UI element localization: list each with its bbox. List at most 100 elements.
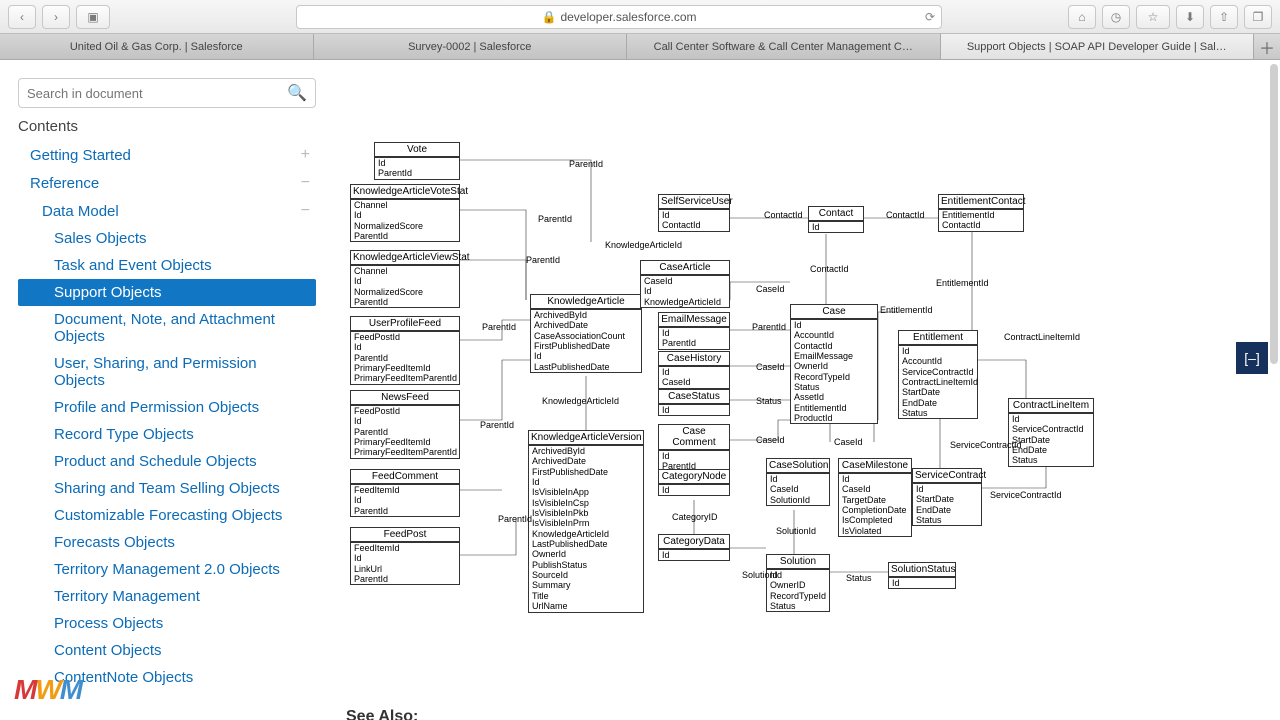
entity-ContractLineItem: ContractLineItemIdServiceContractIdStart… <box>1008 398 1094 467</box>
tab-2[interactable]: Call Center Software & Call Center Manag… <box>627 34 941 59</box>
entity-KnowledgeArticleVersion: KnowledgeArticleVersionArchivedByIdArchi… <box>528 430 644 613</box>
nav-item-12[interactable]: Customizable Forecasting Objects <box>18 502 316 529</box>
entity-Case Comment: Case CommentIdParentId <box>658 424 730 473</box>
rel-label: CaseId <box>756 435 785 445</box>
entity-Vote: VoteIdParentId <box>374 142 460 180</box>
nav-item-8[interactable]: Profile and Permission Objects <box>18 394 316 421</box>
rel-label: Status <box>846 573 872 583</box>
search-icon: 🔍 <box>287 83 307 103</box>
entity-SelfServiceUser: SelfServiceUserIdContactId <box>658 194 730 232</box>
nav-item-10[interactable]: Product and Schedule Objects <box>18 448 316 475</box>
rel-label: CaseId <box>834 437 863 447</box>
rel-label: ContactId <box>764 210 803 220</box>
nav-item-14[interactable]: Territory Management 2.0 Objects <box>18 556 316 583</box>
rel-label: KnowledgeArticleId <box>605 240 682 250</box>
content-pane: VoteIdParentId KnowledgeArticleVoteStatCh… <box>326 60 1280 720</box>
entity-CaseStatus: CaseStatusId <box>658 389 730 416</box>
reload-icon[interactable]: ⟳ <box>925 10 935 24</box>
nav-item-11[interactable]: Sharing and Team Selling Objects <box>18 475 316 502</box>
watermark-logo: MWM <box>14 674 81 706</box>
contents-heading: Contents <box>18 118 316 135</box>
nav-item-15[interactable]: Territory Management <box>18 583 316 610</box>
scrollbar[interactable] <box>1270 64 1278 364</box>
rel-label: ContactId <box>886 210 925 220</box>
rel-label: EntitlementId <box>880 305 933 315</box>
browser-toolbar: ‹ › ▣ 🔒 developer.salesforce.com ⟳ ⌂ ◷ ☆… <box>0 0 1280 34</box>
nav-item-13[interactable]: Forecasts Objects <box>18 529 316 556</box>
search-input[interactable] <box>27 86 287 101</box>
entity-EntitlementContact: EntitlementContactEntitlementIdContactId <box>938 194 1024 232</box>
entity-Entitlement: EntitlementIdAccountIdServiceContractIdC… <box>898 330 978 419</box>
entity-KnowledgeArticle: KnowledgeArticleArchivedByIdArchivedDate… <box>530 294 642 373</box>
bookmark-button[interactable]: ☆ <box>1136 5 1170 29</box>
new-tab-button[interactable]: ＋ <box>1254 34 1280 59</box>
rel-label: ParentId <box>569 159 603 169</box>
entity-UserProfileFeed: UserProfileFeedFeedPostIdIdParentIdPrima… <box>350 316 460 385</box>
sidebar-toggle-button[interactable]: ▣ <box>76 5 110 29</box>
doc-sidebar: 🔍 Contents Getting Started+Reference−Dat… <box>0 60 326 720</box>
rel-label: ParentId <box>526 255 560 265</box>
entity-Solution: SolutionIdOwnerIDRecordTypeIdStatus <box>766 554 830 612</box>
rel-label: ServiceContractId <box>950 440 1022 450</box>
url-bar[interactable]: 🔒 developer.salesforce.com ⟳ <box>296 5 942 29</box>
tab-0[interactable]: United Oil & Gas Corp. | Salesforce <box>0 34 314 59</box>
entity-KnowledgeArticleViewStat: KnowledgeArticleViewStatChannelIdNormali… <box>350 250 460 308</box>
er-diagram: VoteIdParentId KnowledgeArticleVoteStatCh… <box>326 60 1266 700</box>
nav-item-0[interactable]: Getting Started+ <box>18 141 316 169</box>
downloads-button[interactable]: ⬇ <box>1176 5 1204 29</box>
nav-item-1[interactable]: Reference− <box>18 169 316 197</box>
rel-label: CategoryID <box>672 512 718 522</box>
url-host: developer.salesforce.com <box>560 10 696 24</box>
lock-icon: 🔒 <box>541 10 556 24</box>
forward-button[interactable]: › <box>42 5 70 29</box>
rel-label: ParentId <box>480 420 514 430</box>
rel-label: ParentId <box>752 322 786 332</box>
entity-FeedComment: FeedCommentFeedItemIdIdParentId <box>350 469 460 517</box>
nav-item-4[interactable]: Task and Event Objects <box>18 252 316 279</box>
rel-label: Status <box>756 396 782 406</box>
entity-NewsFeed: NewsFeedFeedPostIdIdParentIdPrimaryFeedI… <box>350 390 460 459</box>
rel-label: CaseId <box>756 362 785 372</box>
nav-item-6[interactable]: Document, Note, and Attachment Objects <box>18 306 316 350</box>
collapse-button[interactable]: [–] <box>1236 342 1268 374</box>
entity-CaseHistory: CaseHistoryIdCaseId <box>658 351 730 389</box>
home-button[interactable]: ⌂ <box>1068 5 1096 29</box>
rel-label: ParentId <box>538 214 572 224</box>
nav-item-7[interactable]: User, Sharing, and Permission Objects <box>18 350 316 394</box>
nav-item-3[interactable]: Sales Objects <box>18 225 316 252</box>
entity-EmailMessage: EmailMessageIdParentId <box>658 312 730 350</box>
rel-label: ServiceContractId <box>990 490 1062 500</box>
rel-label: SolutionId <box>742 570 782 580</box>
entity-SolutionStatus: SolutionStatusId <box>888 562 956 589</box>
entity-CaseMilestone: CaseMilestoneIdCaseIdTargetDateCompletio… <box>838 458 912 537</box>
rel-label: ParentId <box>498 514 532 524</box>
entity-KnowledgeArticleVoteStat: KnowledgeArticleVoteStatChannelIdNormali… <box>350 184 460 242</box>
history-button[interactable]: ◷ <box>1102 5 1130 29</box>
search-box[interactable]: 🔍 <box>18 78 316 108</box>
rel-label: ContractLineItemId <box>1004 332 1080 342</box>
share-button[interactable]: ⇧ <box>1210 5 1238 29</box>
back-button[interactable]: ‹ <box>8 5 36 29</box>
rel-label: CaseId <box>756 284 785 294</box>
entity-CaseSolution: CaseSolutionIdCaseIdSolutionId <box>766 458 830 506</box>
entity-FeedPost: FeedPostFeedItemIdIdLinkUrlParentId <box>350 527 460 585</box>
entity-CategoryData: CategoryDataId <box>658 534 730 561</box>
entity-CategoryNode: CategoryNodeId <box>658 469 730 496</box>
rel-label: ParentId <box>482 322 516 332</box>
tab-1[interactable]: Survey-0002 | Salesforce <box>314 34 628 59</box>
entity-CaseArticle: CaseArticleCaseIdIdKnowledgeArticleId <box>640 260 730 308</box>
tab-3[interactable]: Support Objects | SOAP API Developer Gui… <box>941 34 1255 59</box>
rel-label: ContactId <box>810 264 849 274</box>
tabs-button[interactable]: ❐ <box>1244 5 1272 29</box>
rel-label: SolutionId <box>776 526 816 536</box>
nav-item-9[interactable]: Record Type Objects <box>18 421 316 448</box>
rel-label: KnowledgeArticleId <box>542 396 619 406</box>
nav-item-17[interactable]: Content Objects <box>18 637 316 664</box>
nav-item-16[interactable]: Process Objects <box>18 610 316 637</box>
nav-item-2[interactable]: Data Model− <box>18 197 316 225</box>
entity-Case: CaseIdAccountIdContactIdEmailMessageOwne… <box>790 304 878 424</box>
tab-bar: United Oil & Gas Corp. | Salesforce Surv… <box>0 34 1280 60</box>
nav-list: Getting Started+Reference−Data Model−Sal… <box>18 141 316 691</box>
see-also-heading: See Also: <box>346 708 418 720</box>
nav-item-5[interactable]: Support Objects <box>18 279 316 306</box>
